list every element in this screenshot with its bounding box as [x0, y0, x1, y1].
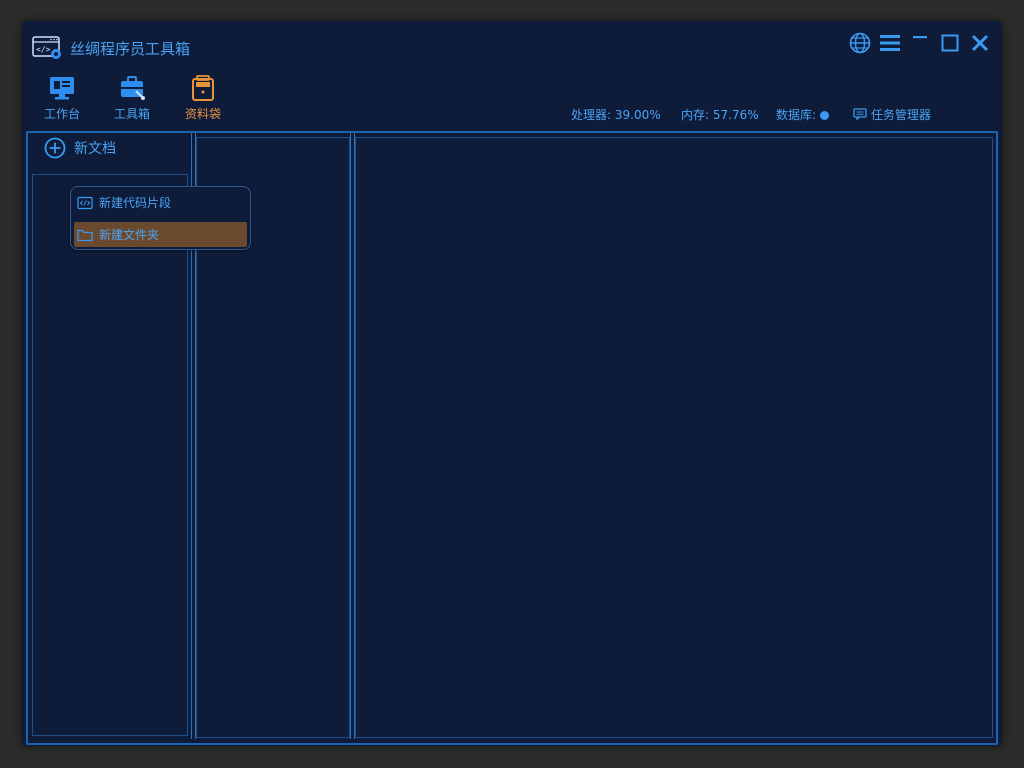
database-indicator-dot	[820, 111, 830, 120]
close-icon[interactable]	[968, 31, 992, 55]
tab-data-bag[interactable]: 资料袋	[173, 75, 233, 122]
menu-item-new-folder[interactable]: 新建文件夹	[74, 222, 247, 247]
new-item-context-menu: 新建代码片段 新建文件夹	[70, 186, 251, 250]
tab-workbench-label: 工作台	[43, 107, 80, 121]
menu-item-new-snippet-label: 新建代码片段	[99, 196, 172, 210]
tab-toolbox[interactable]: 工具箱	[102, 75, 162, 122]
app-window: </> 丝绸程序员工具箱 工作台 工具箱 资料袋 处理器: 39.00% 内存:…	[22, 21, 1002, 746]
memory-status: 内存: 57.76%	[681, 108, 759, 122]
new-document-label: 新文档	[74, 141, 116, 157]
minimize-icon[interactable]	[908, 31, 932, 55]
bag-icon	[192, 75, 214, 101]
new-document-button[interactable]: 新文档	[44, 137, 116, 159]
tab-data-bag-label: 资料袋	[184, 107, 221, 121]
document-tree[interactable]	[32, 174, 188, 736]
app-logo-icon: </>	[32, 35, 62, 61]
database-status: 数据库:	[776, 106, 830, 123]
chat-icon	[853, 108, 867, 121]
code-icon	[77, 196, 93, 210]
database-label: 数据库:	[776, 108, 817, 122]
desktop-icon	[50, 77, 74, 100]
tab-workbench[interactable]: 工作台	[32, 75, 92, 122]
globe-icon[interactable]	[848, 31, 872, 55]
plus-circle-icon	[44, 137, 66, 159]
toolbox-icon	[121, 76, 145, 100]
editor-panel[interactable]	[355, 137, 993, 738]
menu-icon[interactable]	[878, 31, 902, 55]
cpu-status: 处理器: 39.00%	[571, 108, 661, 122]
maximize-icon[interactable]	[938, 31, 962, 55]
app-title: 丝绸程序员工具箱	[70, 40, 191, 58]
task-manager-label: 任务管理器	[870, 108, 931, 122]
folder-icon	[77, 228, 93, 242]
menu-item-new-folder-label: 新建文件夹	[99, 228, 160, 242]
menu-item-new-snippet[interactable]: 新建代码片段	[74, 190, 247, 215]
task-manager-button[interactable]: 任务管理器	[853, 106, 931, 123]
tab-toolbox-label: 工具箱	[113, 107, 150, 121]
svg-text:</>: </>	[36, 45, 51, 54]
